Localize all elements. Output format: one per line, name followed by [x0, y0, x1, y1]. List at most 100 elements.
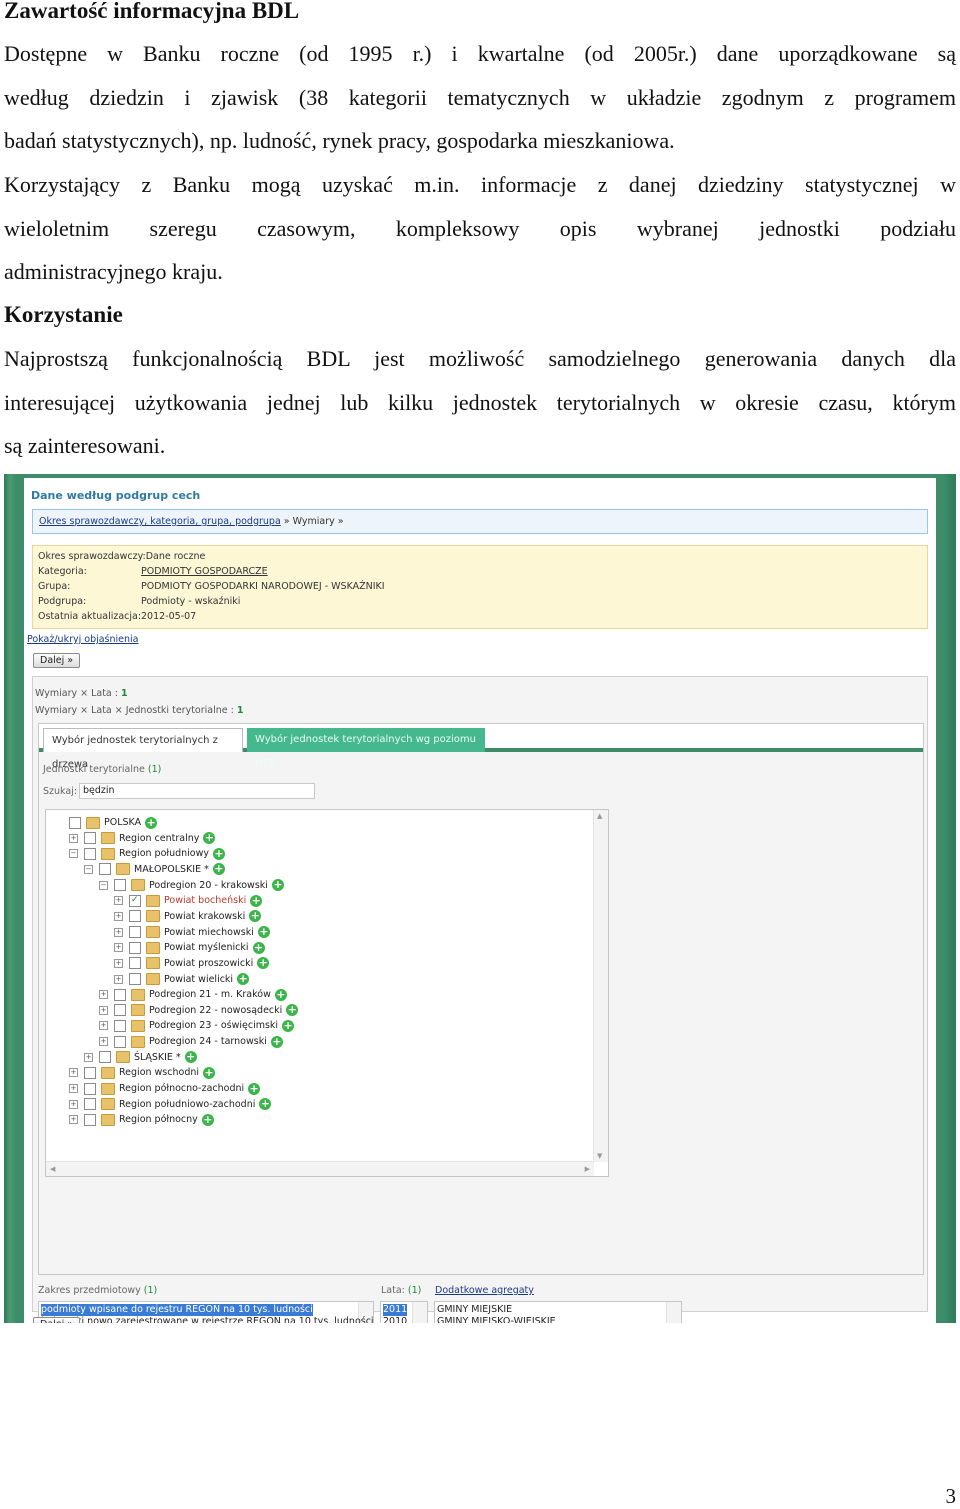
- tree-node[interactable]: + Powiat myślenicki +: [114, 940, 265, 955]
- list-item[interactable]: podmioty wpisane do rejestru REGON na 10…: [41, 1304, 313, 1316]
- breadcrumb-link[interactable]: Okres sprawozdawczy, kategoria, grupa, p…: [39, 516, 281, 527]
- years-scrollbar[interactable]: [412, 1302, 427, 1323]
- expand-icon[interactable]: +: [99, 1037, 108, 1047]
- add-icon[interactable]: +: [282, 1019, 295, 1032]
- list-item[interactable]: 2010: [383, 1316, 407, 1323]
- tab-tree[interactable]: Wybór jednostek terytorialnych z drzewa: [43, 728, 243, 770]
- list-item[interactable]: 2011: [383, 1304, 408, 1316]
- search-input[interactable]: będzin: [79, 783, 315, 799]
- add-icon[interactable]: +: [249, 910, 262, 923]
- checkbox-icon[interactable]: [114, 1019, 126, 1032]
- expand-icon[interactable]: +: [99, 1021, 108, 1031]
- add-icon[interactable]: +: [257, 957, 270, 970]
- checkbox-icon[interactable]: [84, 1082, 96, 1095]
- expand-icon[interactable]: +: [114, 958, 123, 968]
- checkbox-icon[interactable]: [84, 832, 96, 845]
- checkbox-icon[interactable]: [99, 1051, 111, 1064]
- list-item[interactable]: jednostki nowo zarejestrowane w rejestrz…: [41, 1316, 373, 1323]
- scroll-down-icon[interactable]: ▼: [597, 1152, 602, 1160]
- add-icon[interactable]: +: [184, 1051, 197, 1064]
- tree-horizontal-scrollbar[interactable]: ◀ ▶: [46, 1161, 594, 1176]
- add-icon[interactable]: +: [248, 1082, 261, 1095]
- add-icon[interactable]: +: [274, 988, 287, 1001]
- tree-node[interactable]: + Region wschodni +: [69, 1065, 216, 1080]
- expand-icon[interactable]: +: [69, 833, 78, 843]
- aggregates-link[interactable]: Dodatkowe agregaty: [435, 1285, 534, 1296]
- aggregates-scrollbar[interactable]: [666, 1302, 681, 1323]
- expand-icon[interactable]: +: [99, 990, 108, 1000]
- add-icon[interactable]: +: [286, 1004, 299, 1017]
- expand-icon[interactable]: +: [114, 911, 123, 921]
- checkbox-icon[interactable]: [114, 988, 126, 1001]
- expand-icon[interactable]: +: [99, 1005, 108, 1015]
- add-icon[interactable]: +: [212, 863, 225, 876]
- tree-node[interactable]: + Region północno-zachodni +: [69, 1081, 261, 1096]
- aggregates-list[interactable]: GMINY MIEJSKIEGMINY MIEJSKO-WIEJSKIEGMIN…: [434, 1301, 682, 1323]
- add-icon[interactable]: +: [252, 941, 265, 954]
- add-icon[interactable]: +: [145, 816, 158, 829]
- list-item[interactable]: GMINY MIEJSKIE: [437, 1304, 512, 1316]
- expand-icon[interactable]: +: [114, 974, 123, 984]
- add-icon[interactable]: +: [250, 894, 263, 907]
- tree-node[interactable]: +Powiat bocheński+: [114, 893, 263, 908]
- next-button[interactable]: Dalej »: [33, 653, 81, 668]
- tree-node[interactable]: + Region południowo-zachodni +: [69, 1097, 272, 1112]
- checkbox-icon[interactable]: [129, 973, 141, 985]
- tree-node[interactable]: +POLSKA+: [54, 815, 158, 830]
- add-icon[interactable]: +: [271, 879, 284, 892]
- tree-node[interactable]: − Podregion 20 - krakowski +: [99, 878, 284, 893]
- checkbox-icon[interactable]: [84, 1113, 96, 1126]
- tree-node[interactable]: + Podregion 22 - nowosądecki +: [99, 1003, 299, 1018]
- checkbox-icon[interactable]: [114, 1035, 126, 1048]
- tree-node[interactable]: + Powiat miechowski +: [114, 925, 270, 940]
- tree-vertical-scrollbar[interactable]: ▲ ▼: [593, 810, 608, 1162]
- checkbox-icon[interactable]: [129, 893, 141, 908]
- info-value-link[interactable]: PODMIOTY GOSPODARCZE: [141, 566, 268, 577]
- list-item[interactable]: GMINY MIEJSKO-WIEJSKIE: [437, 1316, 556, 1323]
- checkbox-icon[interactable]: [129, 957, 141, 970]
- tree-node[interactable]: + Podregion 24 - tarnowski +: [99, 1034, 283, 1049]
- expand-icon[interactable]: −: [69, 849, 78, 859]
- scroll-up-icon[interactable]: ▲: [597, 812, 602, 820]
- checkbox-icon[interactable]: [99, 863, 111, 876]
- add-icon[interactable]: +: [257, 926, 270, 939]
- expand-icon[interactable]: +: [69, 1099, 78, 1109]
- checkbox-icon[interactable]: [84, 1066, 96, 1079]
- tab-nts-level[interactable]: Wybór jednostek terytorialnych wg poziom…: [247, 728, 485, 769]
- scroll-right-icon[interactable]: ▶: [585, 1165, 590, 1173]
- expand-icon[interactable]: +: [69, 1068, 78, 1078]
- checkbox-icon[interactable]: [84, 1098, 96, 1111]
- years-list[interactable]: 20112010200920082007200620052004: [380, 1301, 428, 1323]
- tree-node[interactable]: + Powiat proszowicki +: [114, 956, 270, 971]
- tree-node[interactable]: + Powiat wielicki +: [114, 972, 250, 987]
- tree-node[interactable]: + ŚLĄSKIE * +: [84, 1050, 197, 1065]
- expand-icon[interactable]: +: [114, 896, 123, 906]
- scope-list[interactable]: podmioty wpisane do rejestru REGON na 10…: [38, 1301, 374, 1323]
- tree-node[interactable]: + Powiat krakowski +: [114, 909, 262, 924]
- add-icon[interactable]: +: [259, 1098, 272, 1111]
- checkbox-icon[interactable]: [129, 941, 141, 954]
- tree-node[interactable]: + Podregion 23 - oświęcimski +: [99, 1018, 295, 1033]
- add-icon[interactable]: +: [270, 1035, 283, 1048]
- toggle-explanations-link[interactable]: Pokaż/ukryj objaśnienia: [27, 634, 139, 645]
- add-icon[interactable]: +: [203, 1066, 216, 1079]
- next-button-bottom[interactable]: Dalej »: [33, 1317, 81, 1323]
- add-icon[interactable]: +: [201, 1113, 214, 1126]
- checkbox-icon[interactable]: [114, 1004, 126, 1017]
- tree-node[interactable]: − MAŁOPOLSKIE * +: [84, 862, 225, 877]
- expand-icon[interactable]: +: [114, 927, 123, 937]
- checkbox-icon[interactable]: [69, 816, 81, 829]
- expand-icon[interactable]: −: [99, 880, 108, 890]
- expand-icon[interactable]: +: [84, 1052, 93, 1062]
- tree-node[interactable]: + Region centralny +: [69, 831, 216, 846]
- expand-icon[interactable]: +: [114, 943, 123, 953]
- tree-node[interactable]: − Region południowy +: [69, 846, 225, 861]
- tree-node[interactable]: + Podregion 21 - m. Kraków +: [99, 987, 287, 1002]
- checkbox-icon[interactable]: [84, 847, 96, 860]
- tree-node[interactable]: + Region północny +: [69, 1112, 214, 1127]
- add-icon[interactable]: +: [203, 832, 216, 845]
- scroll-left-icon[interactable]: ◀: [50, 1165, 55, 1173]
- checkbox-icon[interactable]: [129, 926, 141, 939]
- checkbox-icon[interactable]: [114, 879, 126, 892]
- expand-icon[interactable]: +: [69, 1115, 78, 1125]
